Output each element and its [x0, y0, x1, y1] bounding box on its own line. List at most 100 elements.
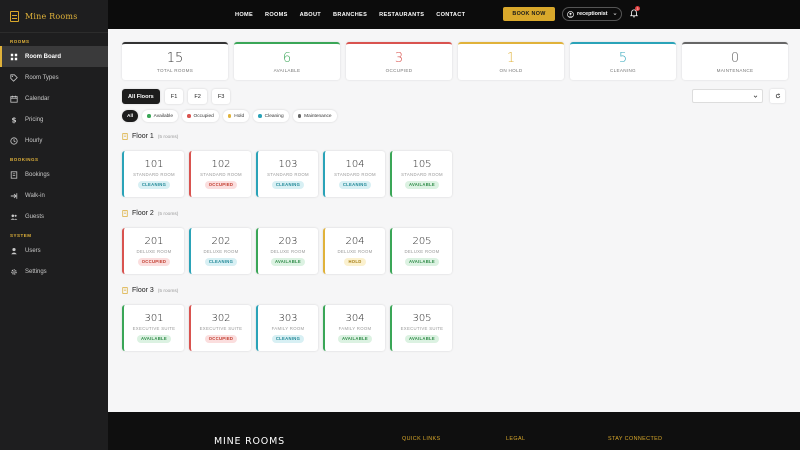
notification-badge: 3	[635, 6, 640, 11]
sidebar-item-hourly[interactable]: Hourly	[0, 130, 108, 151]
room-card-202[interactable]: 202 DELUXE ROOM CLEANING	[189, 228, 251, 274]
user-icon	[10, 247, 18, 255]
stat-value: 5	[618, 50, 628, 66]
room-card-105[interactable]: 105 STANDARD ROOM AVAILABLE	[390, 151, 452, 197]
room-card-104[interactable]: 104 STANDARD ROOM CLEANING	[323, 151, 385, 197]
status-badge: CLEANING	[338, 180, 372, 189]
brand[interactable]: Mine Rooms	[0, 0, 108, 33]
walk-icon	[10, 192, 18, 200]
room-number: 303	[278, 312, 298, 324]
sidebar-sections: ROOMS Room Board Room Types Calendar $ Pricin…	[0, 33, 108, 282]
room-card-103[interactable]: 103 STANDARD ROOM CLEANING	[256, 151, 318, 197]
floor-tab-f3[interactable]: F3	[211, 89, 231, 104]
stat-card-total-rooms[interactable]: 15 TOTAL ROOMS	[122, 42, 228, 80]
user-menu-button[interactable]: receptionist	[562, 7, 622, 21]
stat-card-occupied[interactable]: 3 OCCUPIED	[346, 42, 452, 80]
gear-icon	[10, 268, 18, 276]
room-type: EXECUTIVE SUITE	[199, 325, 243, 331]
room-type: STANDARD ROOM	[267, 171, 309, 177]
floor-tab-f2[interactable]: F2	[188, 89, 207, 104]
sidebar-item-calendar[interactable]: Calendar	[0, 88, 108, 109]
sidebar-item-label: Pricing	[25, 116, 44, 123]
room-card-305[interactable]: 305 EXECUTIVE SUITE AVAILABLE	[390, 305, 452, 351]
room-number: 103	[278, 158, 298, 170]
stat-value: 3	[394, 50, 404, 66]
stat-label: OCCUPIED	[385, 67, 413, 73]
filter-chip-cleaning[interactable]: Cleaning	[253, 110, 289, 122]
filter-chip-all[interactable]: All	[122, 110, 139, 122]
book-now-button[interactable]: BOOK NOW	[503, 7, 555, 21]
room-type: DELUXE ROOM	[404, 248, 440, 254]
room-card-101[interactable]: 101 STANDARD ROOM CLEANING	[122, 151, 184, 197]
room-number: 301	[144, 312, 164, 324]
room-card-201[interactable]: 201 DELUXE ROOM OCCUPIED	[122, 228, 184, 274]
nav-rooms[interactable]: ROOMS	[265, 12, 288, 18]
stat-card-maintenance[interactable]: 0 MAINTENANCE	[682, 42, 788, 80]
stat-label: AVAILABLE	[273, 67, 301, 73]
sidebar-item-guests[interactable]: Guests	[0, 206, 108, 227]
sidebar-section-title: ROOMS	[10, 39, 30, 44]
room-number: 101	[144, 158, 164, 170]
sidebar-item-label: Settings	[25, 268, 47, 275]
status-badge: AVAILABLE	[404, 180, 440, 189]
filter-chip-maintenance[interactable]: Maintenance	[292, 110, 337, 122]
sidebar-item-users[interactable]: Users	[0, 240, 108, 261]
room-card-102[interactable]: 102 STANDARD ROOM OCCUPIED	[189, 151, 251, 197]
room-type: FAMILY ROOM	[271, 325, 305, 331]
room-type-select[interactable]	[692, 89, 763, 103]
stat-label: CLEANING	[610, 67, 636, 73]
building-icon	[122, 287, 128, 294]
room-type: FAMILY ROOM	[338, 325, 372, 331]
sidebar-item-bookings[interactable]: Bookings	[0, 164, 108, 185]
nav-about[interactable]: ABOUT	[300, 12, 321, 18]
room-type: STANDARD ROOM	[401, 171, 443, 177]
room-number: 205	[412, 235, 432, 247]
filter-chip-hold[interactable]: Hold	[222, 110, 250, 122]
sidebar-item-label: Room Types	[25, 74, 59, 81]
sidebar-item-walk-in[interactable]: Walk-in	[0, 185, 108, 206]
status-dot-icon	[147, 114, 151, 118]
status-badge: AVAILABLE	[136, 334, 172, 343]
status-badge: CLEANING	[271, 334, 305, 343]
room-number: 102	[211, 158, 231, 170]
sidebar-item-room-board[interactable]: Room Board	[0, 46, 108, 67]
room-type: DELUXE ROOM	[270, 248, 306, 254]
floor-tab-f1[interactable]: F1	[164, 89, 184, 104]
sidebar-item-label: Bookings	[25, 171, 50, 178]
room-card-303[interactable]: 303 FAMILY ROOM CLEANING	[256, 305, 318, 351]
room-card-304[interactable]: 304 FAMILY ROOM AVAILABLE	[323, 305, 385, 351]
stat-value: 0	[730, 50, 740, 66]
room-card-204[interactable]: 204 DELUXE ROOM HOLD	[323, 228, 385, 274]
nav-restaurants[interactable]: RESTAURANTS	[379, 12, 424, 18]
user-name: receptionist	[577, 11, 608, 17]
room-card-205[interactable]: 205 DELUXE ROOM AVAILABLE	[390, 228, 452, 274]
stat-value: 1	[506, 50, 516, 66]
status-dot-icon	[297, 114, 302, 118]
room-card-302[interactable]: 302 EXECUTIVE SUITE OCCUPIED	[189, 305, 251, 351]
room-type: DELUXE ROOM	[136, 248, 172, 254]
sidebar-item-room-types[interactable]: Room Types	[0, 67, 108, 88]
nav-branches[interactable]: BRANCHES	[333, 12, 367, 18]
status-badge: CLEANING	[271, 180, 305, 189]
stat-card-available[interactable]: 6 AVAILABLE	[234, 42, 340, 80]
room-type: STANDARD ROOM	[334, 171, 376, 177]
sidebar-item-label: Users	[25, 247, 41, 254]
floor-room-count: (5 rooms)	[157, 135, 179, 140]
nav-home[interactable]: HOME	[235, 12, 253, 18]
status-badge: AVAILABLE	[270, 257, 306, 266]
stat-card-on-hold[interactable]: 1 ON HOLD	[458, 42, 564, 80]
sidebar-item-pricing[interactable]: $ Pricing	[0, 109, 108, 130]
room-type: EXECUTIVE SUITE	[400, 325, 444, 331]
stat-card-cleaning[interactable]: 5 CLEANING	[570, 42, 676, 80]
filter-chip-occupied[interactable]: Occupied	[182, 110, 219, 122]
building-icon	[122, 133, 128, 140]
main-content: 15 TOTAL ROOMS 6 AVAILABLE 3 OCCUPIED 1 ON …	[108, 29, 800, 412]
filter-label: Available	[153, 113, 174, 119]
nav-contact[interactable]: CONTACT	[436, 12, 465, 18]
room-card-301[interactable]: 301 EXECUTIVE SUITE AVAILABLE	[122, 305, 184, 351]
floor-tab-all-floors[interactable]: All Floors	[122, 89, 160, 104]
filter-chip-available[interactable]: Available	[142, 110, 179, 122]
refresh-button[interactable]	[770, 89, 785, 103]
sidebar-item-settings[interactable]: Settings	[0, 261, 108, 282]
room-card-203[interactable]: 203 DELUXE ROOM AVAILABLE	[256, 228, 318, 274]
